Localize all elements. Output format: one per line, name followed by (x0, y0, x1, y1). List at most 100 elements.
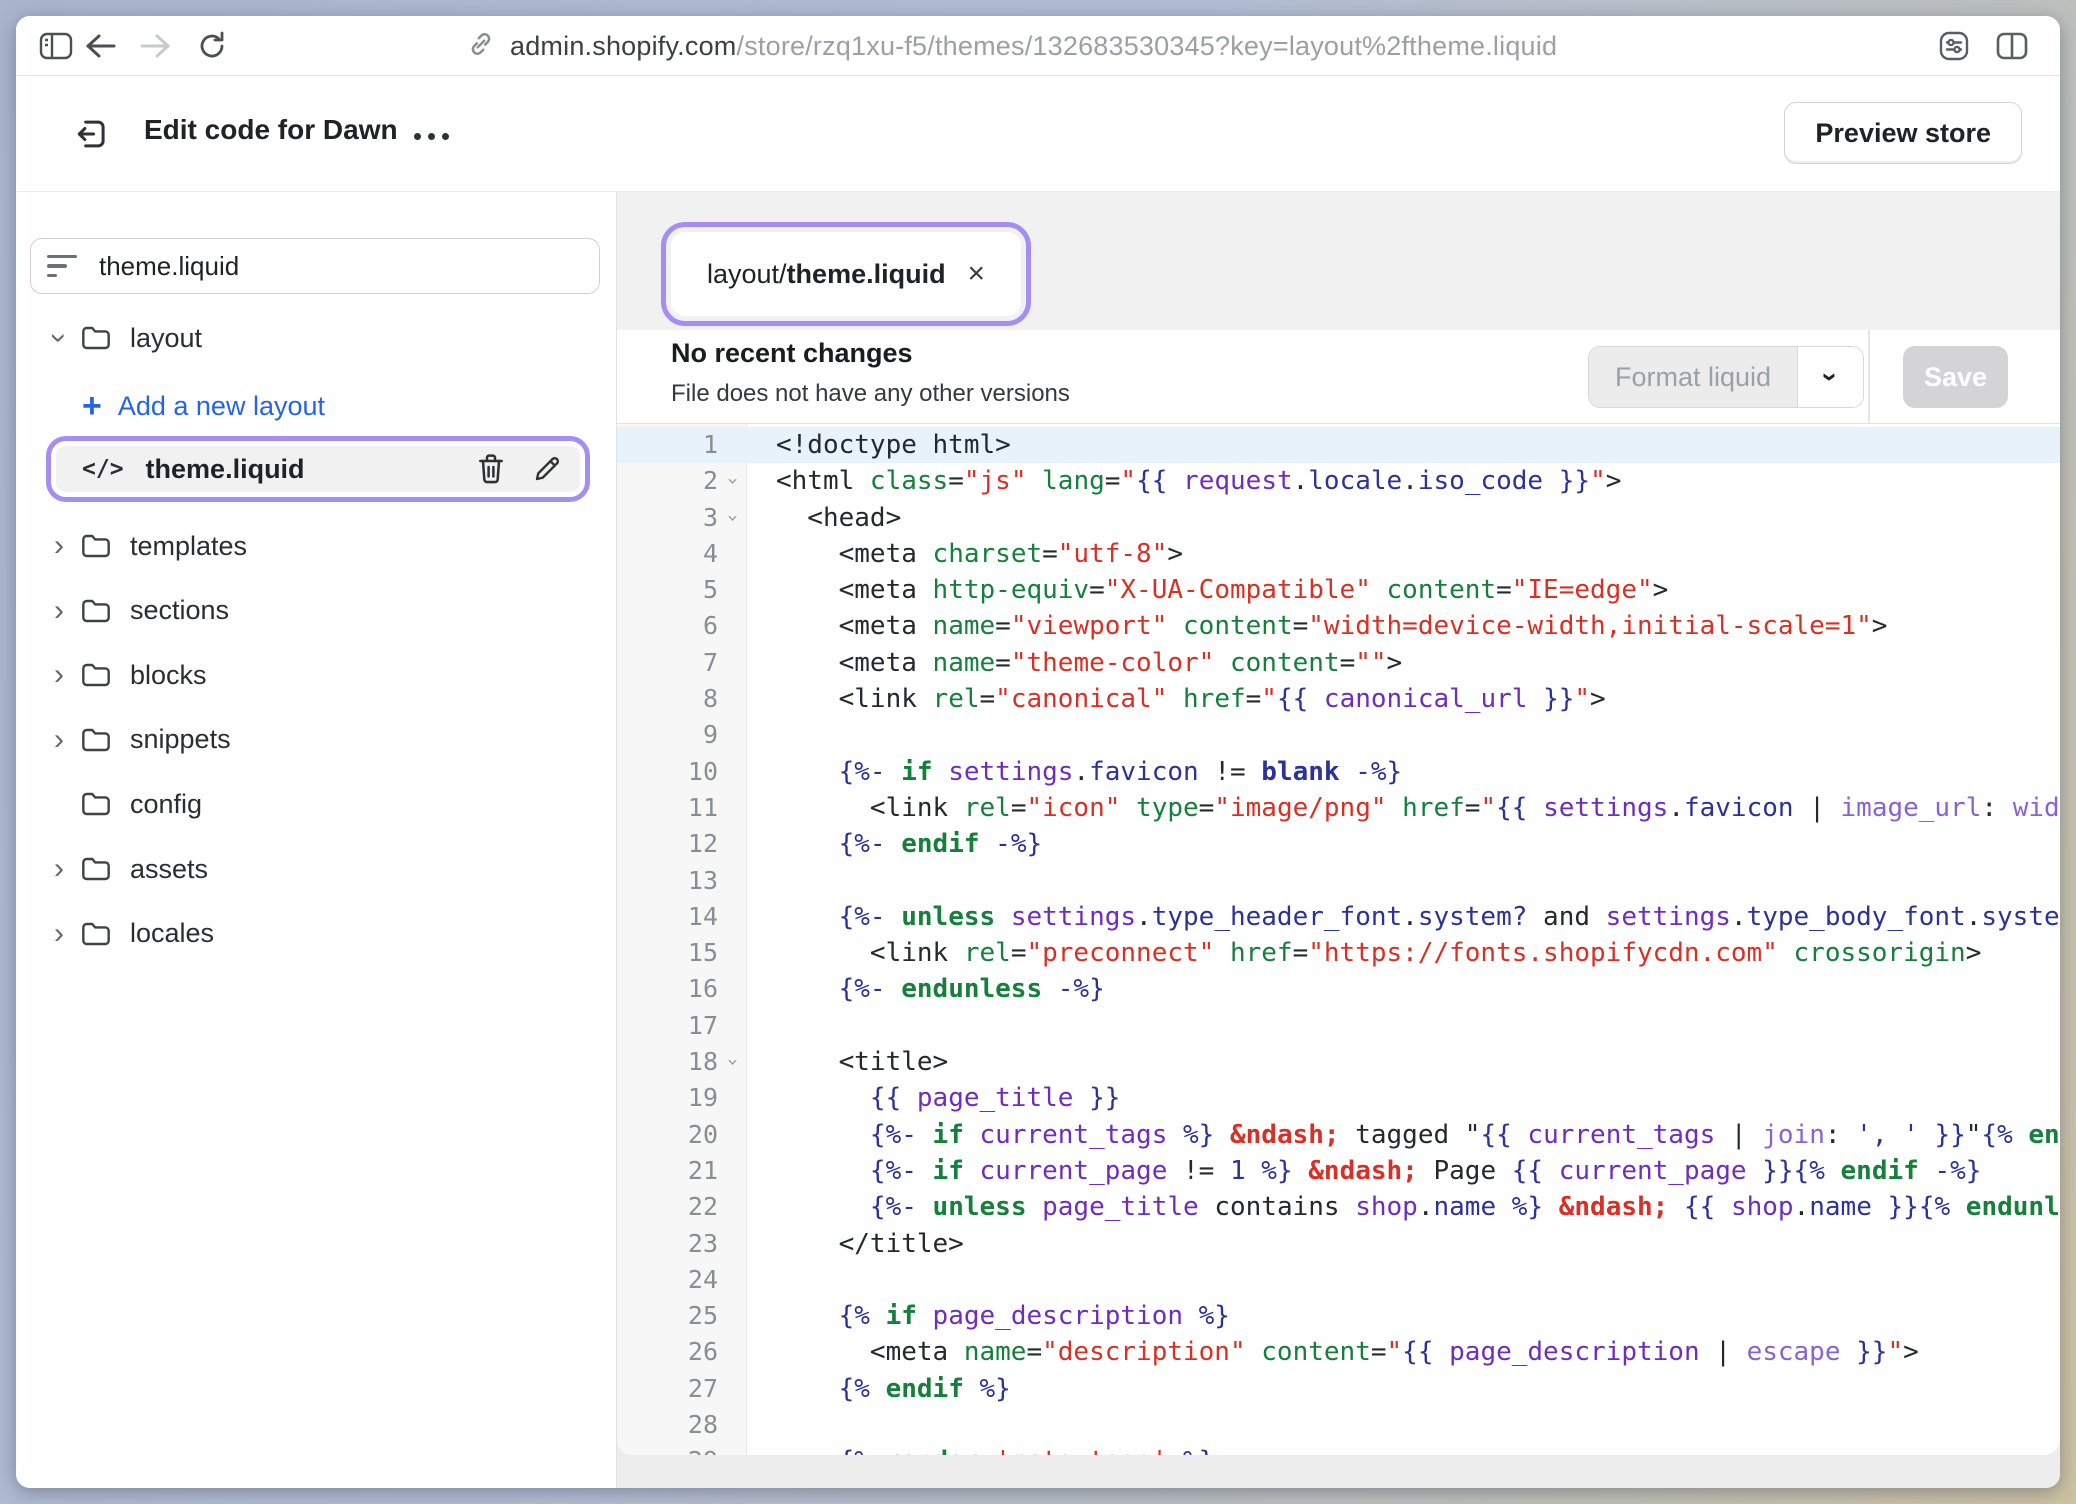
format-dropdown-button[interactable]: › (1797, 347, 1863, 407)
code-line-24[interactable]: 24 (617, 1262, 2060, 1298)
format-liquid-label[interactable]: Format liquid (1589, 347, 1797, 407)
sidebar-folder-templates[interactable]: › templates (16, 520, 617, 572)
code-line-5[interactable]: 5 <meta http-equiv="X-UA-Compatible" con… (617, 572, 2060, 608)
sidebar-folder-assets[interactable]: › assets (16, 843, 617, 895)
url-text: admin.shopify.com/store/rzq1xu-f5/themes… (510, 31, 1557, 62)
folder-icon (80, 855, 112, 883)
code-line-27[interactable]: 27 {% endif %} (617, 1371, 2060, 1407)
code-lines: 1<!doctype html>2›<html class="js" lang=… (617, 427, 2060, 1455)
code-text: {% if page_description %} (747, 1298, 1230, 1334)
selected-file-theme-liquid[interactable]: </> theme.liquid (56, 446, 580, 492)
sidebar-folder-sections[interactable]: › sections (16, 585, 617, 637)
code-line-25[interactable]: 25 {% if page_description %} (617, 1298, 2060, 1334)
sidebar-folder-config[interactable]: › config (16, 778, 617, 830)
code-editor[interactable]: 1<!doctype html>2›<html class="js" lang=… (617, 424, 2060, 1455)
browser-toolbar: admin.shopify.com/store/rzq1xu-f5/themes… (16, 16, 2060, 76)
tab-label: layout/theme.liquid (707, 259, 946, 290)
folder-icon (80, 324, 112, 352)
chevron-right-icon[interactable]: › (46, 919, 72, 949)
sidebar-folder-snippets[interactable]: › snippets (16, 714, 617, 766)
search-input[interactable] (99, 251, 539, 282)
reload-button[interactable] (190, 24, 234, 68)
code-text: <title> (747, 1044, 948, 1080)
split-view-icon[interactable] (1990, 24, 2034, 68)
fold-spacer (718, 1262, 747, 1298)
fold-spacer (718, 826, 747, 862)
code-text: <meta charset="utf-8"> (747, 536, 1183, 572)
chevron-right-icon[interactable]: › (46, 789, 72, 819)
folder-label: blocks (130, 660, 207, 691)
link-icon (466, 29, 496, 64)
close-tab-icon[interactable]: × (967, 259, 985, 289)
sidebar-folder-locales[interactable]: › locales (16, 908, 617, 960)
format-liquid-button[interactable]: Format liquid › (1588, 346, 1864, 408)
forward-button[interactable] (134, 24, 178, 68)
code-text: <html class="js" lang="{{ request.locale… (747, 463, 1621, 499)
code-text (747, 717, 776, 753)
tab-layout-theme-liquid[interactable]: layout/theme.liquid × (671, 232, 1021, 316)
code-line-3[interactable]: 3› <head> (617, 500, 2060, 536)
code-text: {%- endif -%} (747, 826, 1042, 862)
back-button[interactable] (78, 24, 122, 68)
code-line-23[interactable]: 23 </title> (617, 1226, 2060, 1262)
rename-file-button[interactable] (532, 454, 562, 484)
save-button[interactable]: Save (1903, 346, 2008, 408)
fold-spacer (718, 1371, 747, 1407)
code-line-10[interactable]: 10 {%- if settings.favicon != blank -%} (617, 754, 2060, 790)
code-line-1[interactable]: 1<!doctype html> (617, 427, 2060, 463)
code-line-12[interactable]: 12 {%- endif -%} (617, 826, 2060, 862)
code-line-16[interactable]: 16 {%- endunless -%} (617, 971, 2060, 1007)
code-line-18[interactable]: 18› <title> (617, 1044, 2060, 1080)
code-line-2[interactable]: 2›<html class="js" lang="{{ request.loca… (617, 463, 2060, 499)
code-line-9[interactable]: 9 (617, 717, 2060, 753)
line-number: 14 (617, 899, 718, 935)
desktop-background: admin.shopify.com/store/rzq1xu-f5/themes… (0, 0, 2076, 1504)
code-line-29[interactable]: 29 {% render 'meta-tags' %} (617, 1443, 2060, 1455)
code-line-26[interactable]: 26 <meta name="description" content="{{ … (617, 1334, 2060, 1370)
code-text: <link rel="preconnect" href="https://fon… (747, 935, 1981, 971)
file-search-box[interactable] (30, 238, 600, 294)
fold-chevron-icon[interactable]: › (718, 463, 747, 499)
code-line-7[interactable]: 7 <meta name="theme-color" content=""> (617, 645, 2060, 681)
code-text: {% endif %} (747, 1371, 1011, 1407)
code-line-11[interactable]: 11 <link rel="icon" type="image/png" hre… (617, 790, 2060, 826)
code-line-19[interactable]: 19 {{ page_title }} (617, 1080, 2060, 1116)
chevron-right-icon[interactable]: › (46, 596, 72, 626)
code-text (747, 863, 776, 899)
overflow-menu-icon[interactable] (414, 122, 474, 150)
chevron-right-icon[interactable]: › (46, 725, 72, 755)
code-line-4[interactable]: 4 <meta charset="utf-8"> (617, 536, 2060, 572)
code-line-13[interactable]: 13 (617, 863, 2060, 899)
exit-editor-button[interactable] (68, 110, 116, 158)
code-line-8[interactable]: 8 <link rel="canonical" href="{{ canonic… (617, 681, 2060, 717)
code-line-17[interactable]: 17 (617, 1008, 2060, 1044)
code-line-21[interactable]: 21 {%- if current_page != 1 %} &ndash; P… (617, 1153, 2060, 1189)
preview-store-button[interactable]: Preview store (1784, 102, 2022, 164)
address-bar[interactable]: admin.shopify.com/store/rzq1xu-f5/themes… (466, 16, 1557, 76)
sidebar-folder-layout[interactable]: › layout (16, 312, 617, 364)
code-line-15[interactable]: 15 <link rel="preconnect" href="https://… (617, 935, 2060, 971)
fold-chevron-icon[interactable]: › (718, 1044, 747, 1080)
line-number: 21 (617, 1153, 718, 1189)
code-line-22[interactable]: 22 {%- unless page_title contains shop.n… (617, 1189, 2060, 1225)
chevron-down-icon[interactable]: › (46, 323, 72, 353)
code-text: {%- if current_tags %} &ndash; tagged "{… (747, 1117, 2060, 1153)
chevron-right-icon[interactable]: › (46, 660, 72, 690)
delete-file-button[interactable] (476, 453, 506, 485)
sidebar-toggle-icon[interactable] (34, 24, 78, 68)
code-line-14[interactable]: 14 {%- unless settings.type_header_font.… (617, 899, 2060, 935)
selected-file-label: theme.liquid (146, 454, 305, 485)
folder-icon (80, 597, 112, 625)
add-layout-link[interactable]: + Add a new layout (16, 380, 617, 432)
chevron-right-icon[interactable]: › (46, 531, 72, 561)
folder-icon (80, 726, 112, 754)
code-line-28[interactable]: 28 (617, 1407, 2060, 1443)
sidebar-folder-blocks[interactable]: › blocks (16, 649, 617, 701)
page-settings-icon[interactable] (1932, 24, 1976, 68)
fold-chevron-icon[interactable]: › (718, 500, 747, 536)
code-line-6[interactable]: 6 <meta name="viewport" content="width=d… (617, 608, 2060, 644)
page-title: Edit code for Dawn (144, 114, 398, 146)
code-line-20[interactable]: 20 {%- if current_tags %} &ndash; tagged… (617, 1117, 2060, 1153)
folder-icon (80, 790, 112, 818)
chevron-right-icon[interactable]: › (46, 854, 72, 884)
